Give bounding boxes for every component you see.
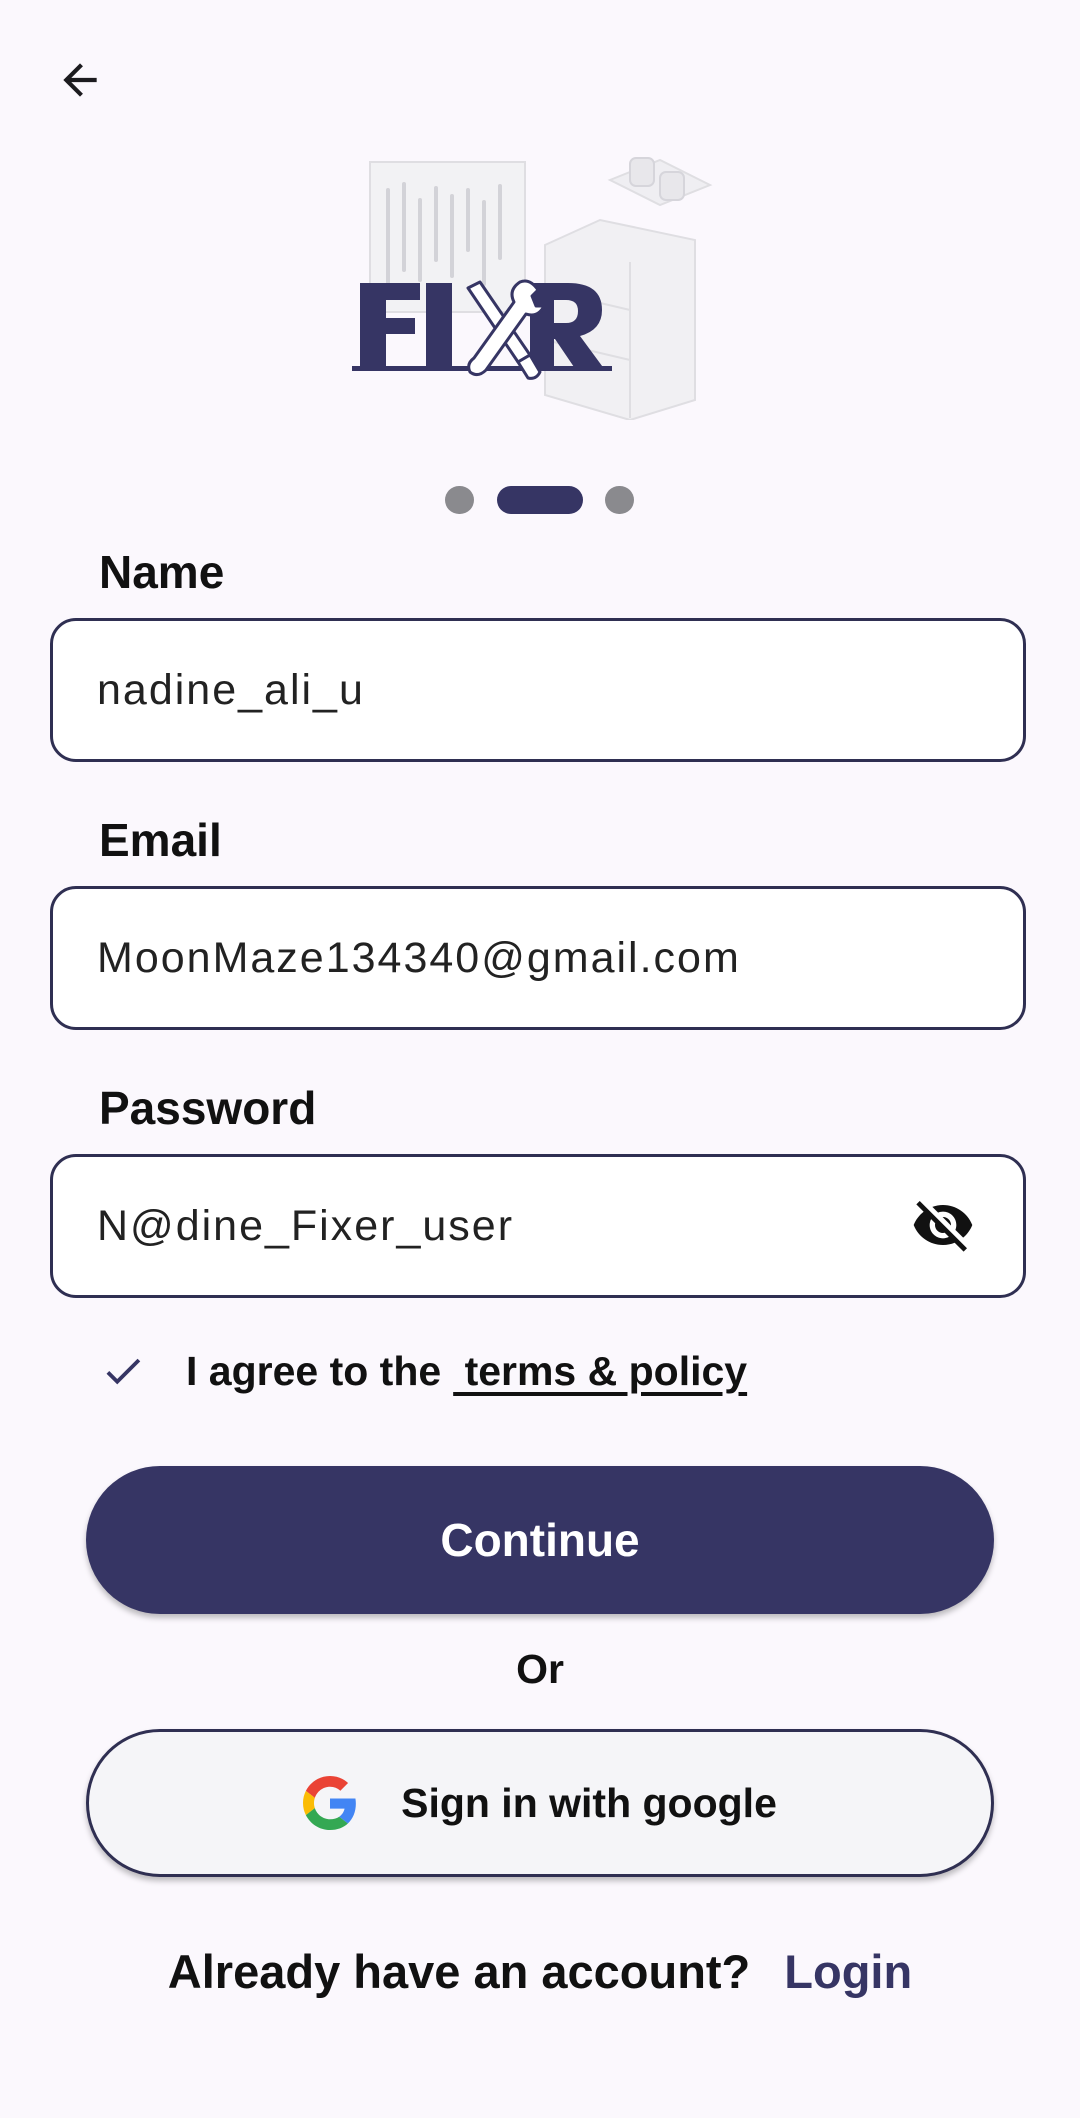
password-label: Password — [99, 1082, 317, 1134]
email-field[interactable] — [50, 886, 1026, 1030]
step-dot-3 — [605, 486, 634, 514]
name-field[interactable] — [50, 618, 1026, 762]
google-icon — [303, 1776, 356, 1830]
agree-text: I agree to the — [186, 1347, 442, 1394]
terms-agreement-row: I agree to the terms & policy — [90, 1336, 747, 1406]
password-input[interactable] — [97, 1157, 917, 1295]
step-dot-2-active — [497, 486, 583, 514]
already-have-account-text: Already have an account? — [167, 1945, 751, 1998]
or-divider-text: Or — [516, 1646, 564, 1692]
name-input[interactable] — [97, 621, 917, 759]
toggle-password-visibility-button[interactable] — [903, 1185, 983, 1265]
login-link[interactable]: Login — [784, 1944, 912, 1999]
terms-checkbox[interactable] — [90, 1338, 156, 1404]
name-label: Name — [99, 546, 225, 598]
email-label: Email — [99, 814, 222, 866]
eye-off-icon — [913, 1201, 973, 1252]
google-sign-in-button[interactable]: Sign in with google — [86, 1729, 994, 1877]
password-field[interactable] — [50, 1154, 1026, 1298]
arrow-left-icon — [63, 63, 97, 97]
step-dot-1 — [445, 486, 474, 514]
email-input[interactable] — [97, 889, 917, 1027]
terms-policy-link[interactable]: terms & policy — [453, 1348, 748, 1395]
fixr-logo — [340, 150, 740, 420]
back-button[interactable] — [40, 40, 120, 120]
google-sign-in-label: Sign in with google — [401, 1779, 777, 1826]
continue-button[interactable]: Continue — [86, 1466, 994, 1614]
login-prompt: Already have an account? Login — [0, 1944, 1080, 1999]
step-indicator — [0, 486, 1080, 514]
checkmark-icon — [106, 1358, 141, 1385]
